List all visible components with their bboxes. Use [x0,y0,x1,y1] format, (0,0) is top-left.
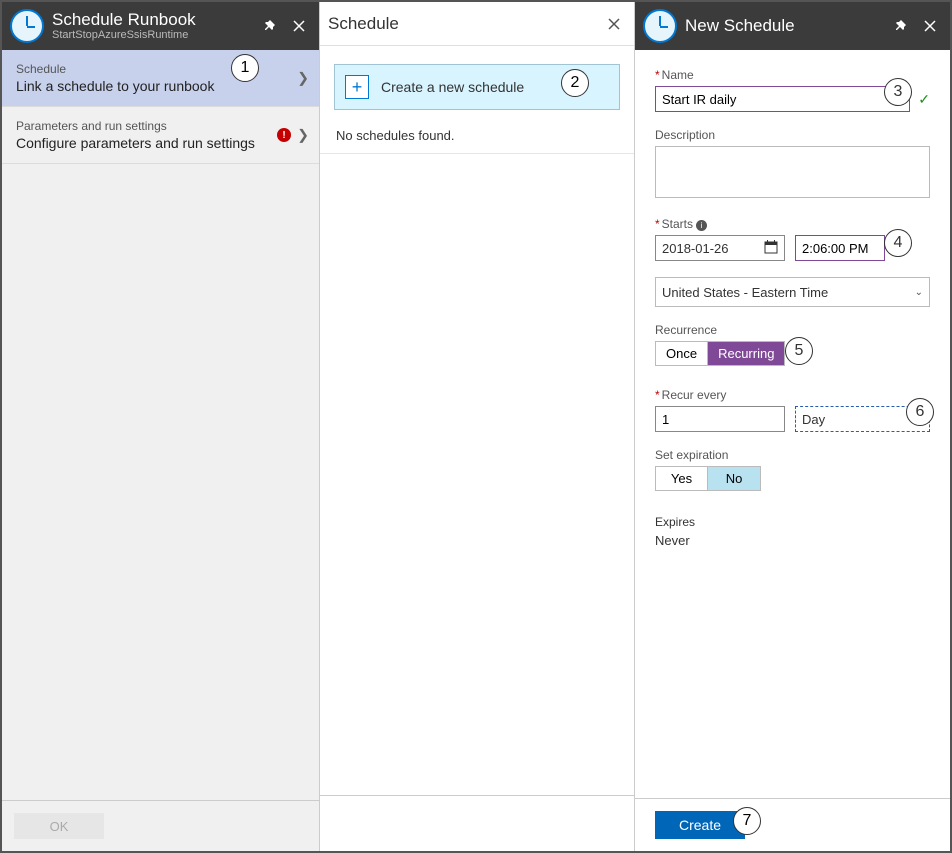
description-input[interactable] [655,146,930,198]
expiration-toggle: Yes No [655,466,761,491]
panel3-header: New Schedule [635,2,950,50]
start-time-input[interactable] [795,235,885,261]
info-icon[interactable]: i [696,220,707,231]
create-button[interactable]: Create [655,811,745,839]
create-schedule-label: Create a new schedule [381,79,524,95]
start-date-input[interactable]: 2018-01-26 [655,235,785,261]
create-schedule-button[interactable]: + Create a new schedule 2 [334,64,620,110]
panel3-title: New Schedule [685,16,888,36]
callout-7: 7 [733,807,761,835]
clock-icon [643,9,677,43]
recur-unit-value: Day [802,412,825,427]
list-item-parameters[interactable]: Parameters and run settings Configure pa… [2,107,319,164]
start-date-value: 2018-01-26 [662,241,729,256]
list-item-text: Configure parameters and run settings [16,135,305,151]
callout-5: 5 [785,337,813,365]
ok-button[interactable]: OK [14,813,104,839]
callout-1: 1 [231,54,259,82]
chevron-down-icon: ⌄ [915,287,923,298]
list-item-text: Link a schedule to your runbook [16,78,305,94]
set-expiration-label: Set expiration [655,448,930,462]
recur-value-input[interactable] [655,406,785,432]
calendar-icon [764,240,778,257]
callout-2: 2 [561,69,589,97]
recurrence-label: Recurrence [655,323,930,337]
panel1-footer: OK [2,800,319,851]
close-icon[interactable] [918,14,942,38]
pin-icon[interactable] [888,14,912,38]
pin-icon[interactable] [257,14,281,38]
plus-icon: + [345,75,369,99]
expires-value: Never [655,533,930,548]
timezone-select[interactable]: United States - Eastern Time ⌄ [655,277,930,307]
starts-label: *Startsi [655,217,930,231]
panel1-subtitle: StartStopAzureSsisRuntime [52,29,257,41]
no-schedules-text: No schedules found. [320,118,634,154]
recurrence-once-button[interactable]: Once [656,342,708,365]
timezone-value: United States - Eastern Time [662,285,828,300]
expiration-yes-button[interactable]: Yes [656,467,708,490]
list-item-label: Schedule [16,62,305,76]
schedule-runbook-panel: Schedule Runbook StartStopAzureSsisRunti… [2,2,320,851]
list-item-schedule[interactable]: Schedule Link a schedule to your runbook… [2,50,319,107]
name-input[interactable] [655,86,910,112]
panel2-footer [320,795,634,851]
callout-6: 6 [906,398,934,426]
recurrence-recurring-button[interactable]: Recurring [708,342,784,365]
expiration-no-button[interactable]: No [708,467,760,490]
chevron-right-icon: ❯ [297,127,309,144]
new-schedule-panel: New Schedule *Name ✓ 3 [635,2,950,851]
close-icon[interactable] [287,14,311,38]
recurrence-toggle: Once Recurring [655,341,785,366]
panel1-title: Schedule Runbook [52,11,257,30]
close-icon[interactable] [602,12,626,36]
clock-icon [10,9,44,43]
panel1-header: Schedule Runbook StartStopAzureSsisRunti… [2,2,319,50]
callout-3: 3 [884,78,912,106]
expires-label: Expires [655,515,930,529]
alert-icon: ! [277,128,291,142]
panel2-title: Schedule [328,14,602,34]
chevron-right-icon: ❯ [297,70,309,87]
description-label: Description [655,128,930,142]
check-icon: ✓ [918,91,930,108]
panel2-header: Schedule [320,2,634,46]
list-item-label: Parameters and run settings [16,119,305,133]
recur-every-label: *Recur every [655,388,930,402]
schedule-panel: Schedule + Create a new schedule 2 No sc… [320,2,635,851]
callout-4: 4 [884,229,912,257]
